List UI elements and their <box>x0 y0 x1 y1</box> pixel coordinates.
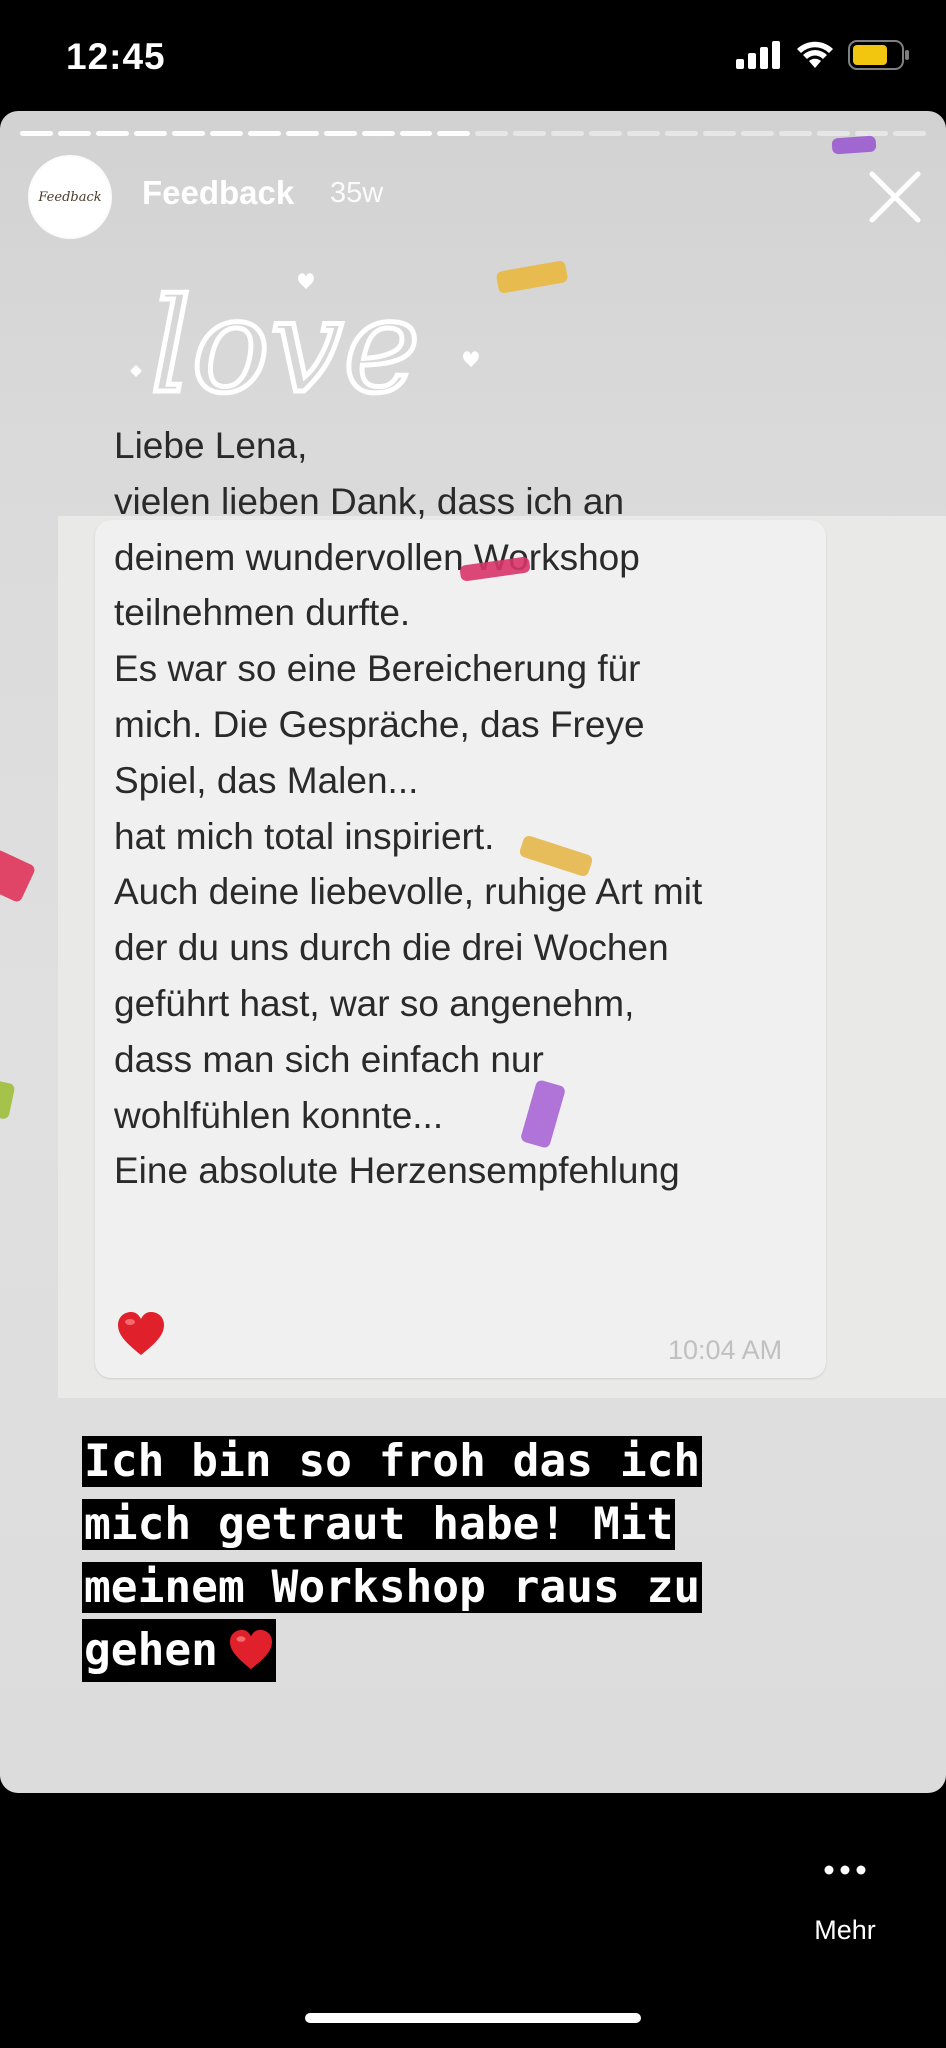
progress-segment <box>817 131 850 136</box>
caption-line: Ich bin so froh das ich <box>82 1436 703 1487</box>
status-bar: 12:45 <box>0 0 946 110</box>
progress-segment <box>399 131 433 136</box>
heart-emoji-icon <box>118 1312 164 1355</box>
caption-line: mich getraut habe! Mit <box>82 1499 676 1550</box>
progress-segment <box>209 131 243 136</box>
progress-segment <box>171 131 205 136</box>
progress-segment <box>627 131 661 136</box>
avatar[interactable]: Feedback <box>30 157 110 237</box>
progress-segment <box>95 131 129 136</box>
progress-segment <box>361 131 395 136</box>
close-icon <box>869 171 921 223</box>
caption-line: gehen <box>84 1625 218 1676</box>
progress-segment <box>741 131 775 136</box>
progress-segment <box>437 131 471 136</box>
story-username[interactable]: Feedback <box>142 174 294 212</box>
status-time: 12:45 <box>66 36 166 77</box>
cellular-signal-icon <box>736 41 780 69</box>
more-label: Mehr <box>814 1915 876 1945</box>
heart-emoji-icon <box>229 1629 272 1670</box>
progress-segment <box>247 131 281 136</box>
progress-segment <box>665 131 699 136</box>
avatar-label: Feedback <box>38 189 102 205</box>
love-sticker: love <box>130 268 479 425</box>
confetti-piece <box>831 135 877 155</box>
progress-segment <box>892 131 926 136</box>
progress-segment <box>323 131 357 136</box>
progress-segment <box>513 131 547 136</box>
battery-icon <box>848 40 909 70</box>
progress-segment <box>589 131 623 136</box>
story-progress-bar <box>20 131 926 136</box>
progress-segment <box>133 131 167 136</box>
story-caption: Ich bin so froh das ich mich getraut hab… <box>82 1430 882 1682</box>
story-age: 35w <box>330 177 384 209</box>
wifi-icon <box>797 41 833 68</box>
progress-segment <box>703 131 737 136</box>
progress-segment <box>57 131 91 136</box>
more-button[interactable]: Mehr <box>805 1853 885 1946</box>
caption-line: meinem Workshop raus zu <box>82 1562 703 1613</box>
close-button[interactable] <box>866 168 924 226</box>
progress-segment <box>779 131 813 136</box>
more-dots-icon <box>805 1853 885 1877</box>
home-indicator[interactable] <box>305 2013 641 2023</box>
progress-segment <box>551 131 585 136</box>
progress-segment <box>20 131 53 136</box>
message-time: 10:04 AM <box>668 1335 783 1365</box>
status-icons <box>736 40 910 70</box>
love-sticker-text: love <box>150 270 420 422</box>
message-text: Liebe Lena, vielen lieben Dank, dass ich… <box>114 425 703 1192</box>
progress-segment <box>285 131 319 136</box>
progress-segment <box>475 131 509 136</box>
